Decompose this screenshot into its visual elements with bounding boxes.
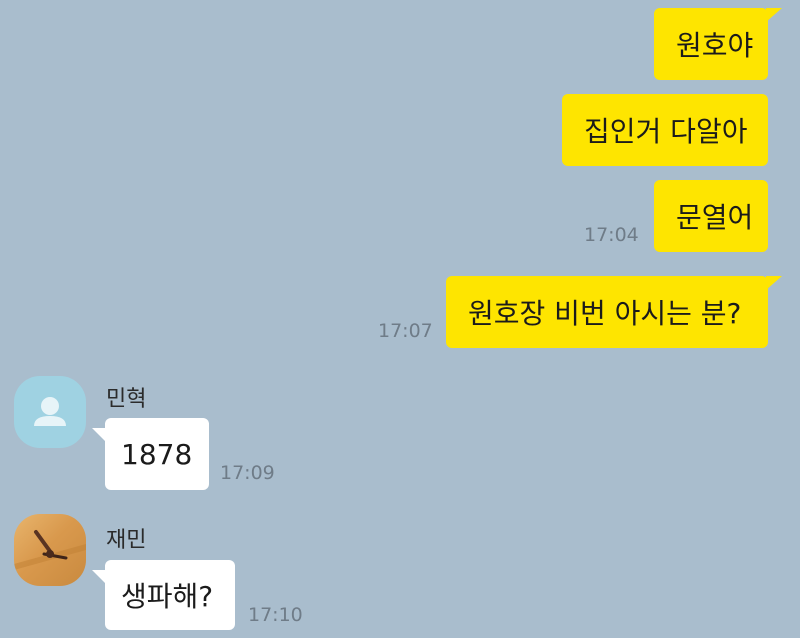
message-text: 생파해? [121,580,214,613]
sender-name: 민혁 [106,387,147,412]
message-timestamp: 17:09 [220,462,275,484]
received-message[interactable]: 1878 [92,418,209,490]
message-text: 1878 [121,437,193,471]
message-text: 원호야 [676,29,754,62]
profile-avatar[interactable] [14,376,86,448]
sent-message[interactable]: 집인거 다알아 [562,94,768,166]
message-timestamp: 17:10 [248,604,303,626]
sent-message[interactable]: 원호야 [654,8,782,80]
received-message[interactable]: 생파해? [92,560,235,630]
sent-message[interactable]: 문열어 [654,180,768,252]
message-timestamp: 17:07 [378,320,433,342]
sent-message[interactable]: 원호장 비번 아시는 분? [446,276,782,348]
sender-name: 재민 [106,528,147,553]
profile-avatar[interactable] [14,514,86,586]
message-text: 원호장 비번 아시는 분? [468,297,742,330]
bubble-tail [766,276,782,290]
bubble-tail [766,8,782,22]
bubble-tail [92,428,106,442]
message-text: 문열어 [676,201,754,234]
bubble-tail [92,570,106,584]
default-profile-icon [34,397,66,426]
message-text: 집인거 다알아 [584,115,748,148]
profile-photo [14,530,86,570]
chat-room: 원호야 집인거 다알아 17:04 문열어 17:07 원호장 비번 아시는 분… [0,0,800,638]
message-timestamp: 17:04 [584,224,639,246]
